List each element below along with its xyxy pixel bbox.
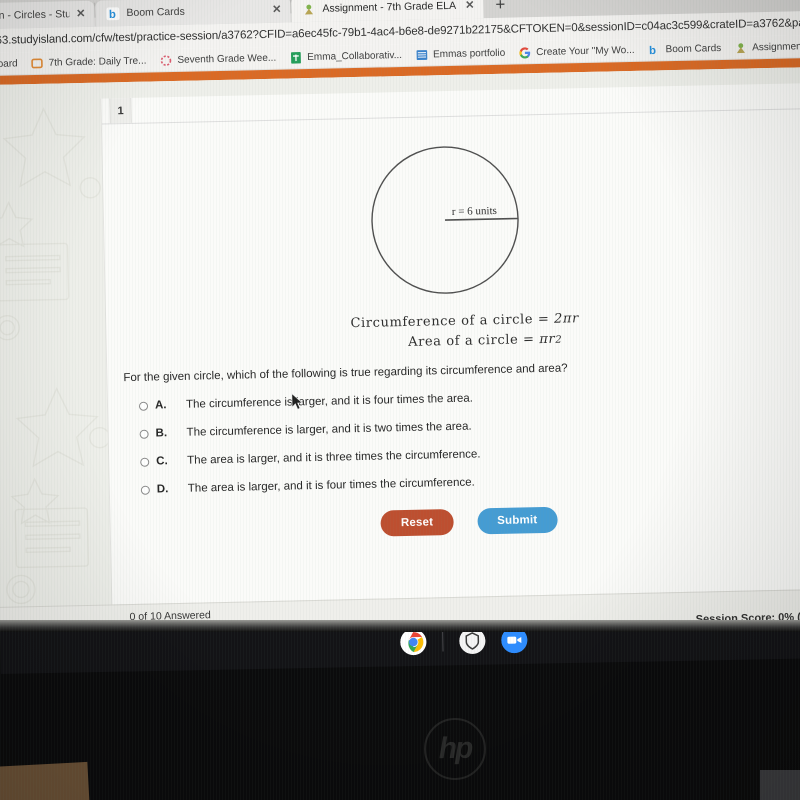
- bookmark-item-0[interactable]: shboard: [0, 58, 18, 70]
- submit-button[interactable]: Submit: [476, 506, 558, 535]
- bookmark-label: Emma_Collaborativ...: [307, 49, 403, 63]
- tab-title: Boom Cards: [126, 5, 185, 19]
- radio-button-b[interactable]: [139, 429, 149, 439]
- google-icon: [519, 46, 531, 59]
- option-letter: D.: [156, 482, 169, 496]
- bookmark-label: shboard: [0, 57, 18, 70]
- hp-logo: hp: [423, 717, 487, 781]
- bookmark-item-5[interactable]: Create Your "My Wo...: [518, 43, 635, 59]
- bookmark-item-2[interactable]: Seventh Grade Wee...: [159, 51, 276, 67]
- question-panel: 1 r = 6 units Circumference of a circle …: [100, 82, 800, 605]
- area-formula-expr: πr2: [539, 331, 563, 348]
- bookmark-item-7[interactable]: Assignment - 7th Gr...: [734, 39, 800, 54]
- desk-surface-right: [760, 770, 800, 800]
- circle-diagram: r = 6 units: [102, 109, 800, 320]
- question-tab-1[interactable]: 1: [109, 97, 132, 124]
- bookmark-label: 7th Grade: Daily Tre...: [48, 55, 147, 69]
- bookmark-label: Seventh Grade Wee...: [177, 52, 277, 66]
- area-formula-lead: Area of a circle =: [407, 332, 535, 351]
- laptop-photo: ion - Circles - Stud ✕ b Boom Cards ✕ As…: [0, 0, 800, 800]
- tab-title: Assignment - 7th Grade ELA Pos: [322, 0, 458, 15]
- circumference-formula-expr: 2πr: [553, 311, 580, 327]
- google-sheets-icon: [290, 51, 301, 64]
- chromeos-shelf: [0, 628, 800, 674]
- radio-button-c[interactable]: [140, 457, 150, 467]
- bookmark-label: Create Your "My Wo...: [536, 44, 635, 58]
- answer-option-b[interactable]: B. The circumference is larger, and it i…: [124, 413, 800, 440]
- chrome-icon[interactable]: [400, 628, 427, 656]
- answer-options: A. The circumference is larger, and it i…: [108, 385, 800, 497]
- new-tab-button[interactable]: +: [487, 0, 514, 18]
- svg-text:b: b: [109, 8, 116, 20]
- close-icon[interactable]: ✕: [465, 0, 474, 11]
- option-text: The area is larger, and it is three time…: [187, 448, 481, 467]
- bookmark-item-1[interactable]: 7th Grade: Daily Tre...: [31, 54, 147, 70]
- reset-button[interactable]: Reset: [380, 508, 454, 537]
- bookmark-item-6[interactable]: b Boom Cards: [647, 42, 721, 57]
- browser-tab-1[interactable]: b Boom Cards ✕: [95, 0, 291, 27]
- bookmark-label: Boom Cards: [665, 42, 722, 55]
- shelf-divider: [442, 631, 444, 652]
- boom-cards-icon: b: [106, 6, 120, 20]
- question-prompt: For the given circle, which of the follo…: [123, 362, 568, 385]
- radio-button-a[interactable]: [138, 401, 149, 411]
- radio-button-d[interactable]: [140, 485, 150, 495]
- blue-grid-icon: [416, 49, 427, 60]
- close-icon[interactable]: ✕: [76, 7, 85, 19]
- assignment-icon: [304, 4, 314, 14]
- option-letter: B.: [155, 427, 168, 440]
- close-icon[interactable]: ✕: [272, 3, 281, 15]
- mouse-cursor: [291, 392, 304, 410]
- svg-text:b: b: [649, 45, 656, 57]
- assignment-icon: [736, 42, 745, 53]
- option-text: The circumference is larger, and it is t…: [186, 420, 472, 439]
- answer-option-c[interactable]: C. The area is larger, and it is three t…: [125, 441, 800, 468]
- option-letter: A.: [154, 399, 167, 412]
- action-buttons: Reset Submit: [110, 501, 800, 543]
- orange-square-icon: [31, 58, 43, 68]
- answer-option-d[interactable]: D. The area is larger, and it is four ti…: [126, 469, 800, 496]
- shelf-apps: [400, 628, 528, 656]
- desk-surface-left: [0, 761, 90, 800]
- bookmark-item-3[interactable]: Emma_Collaborativ...: [289, 48, 403, 64]
- boom-cards-icon: b: [649, 45, 656, 57]
- page-body: 1 r = 6 units Circumference of a circle …: [0, 66, 800, 659]
- red-dashed-circle-icon: [160, 54, 172, 66]
- laptop-bezel: hp: [0, 628, 800, 800]
- screen-edge: [0, 620, 800, 632]
- bookmark-item-4[interactable]: Emmas portfolio: [415, 46, 506, 61]
- radius-label: r = 6 units: [452, 205, 497, 218]
- laptop-screen: ion - Circles - Stud ✕ b Boom Cards ✕ As…: [0, 0, 800, 659]
- option-text: The circumference is larger, and it is f…: [185, 392, 474, 411]
- radius-line: [445, 217, 519, 221]
- tab-title: ion - Circles - Stud: [0, 8, 70, 22]
- option-letter: C.: [156, 454, 168, 468]
- browser-tab-0[interactable]: ion - Circles - Stud ✕: [0, 0, 95, 30]
- option-text: The area is larger, and it is four times…: [187, 476, 475, 495]
- answer-option-a[interactable]: A. The circumference is larger, and it i…: [124, 385, 800, 412]
- bookmark-label: Assignment - 7th Gr...: [752, 40, 800, 53]
- bookmark-label: Emmas portfolio: [432, 47, 506, 60]
